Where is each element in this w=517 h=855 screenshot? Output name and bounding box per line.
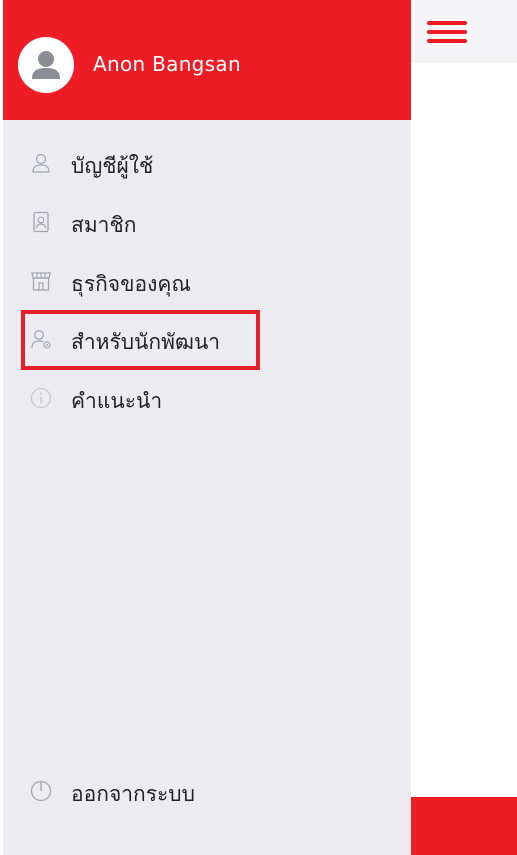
avatar-person-icon (32, 51, 60, 79)
logout-button[interactable]: ออกจากระบบ (3, 770, 411, 814)
drawer-header: Anon Bangsan (3, 0, 411, 120)
highlight-box (21, 310, 260, 370)
user-icon (32, 153, 50, 173)
menu-item-account[interactable]: บัญชีผู้ใช้ (3, 142, 411, 186)
menu-item-help[interactable]: คำแนะนำ (3, 377, 411, 421)
menu-item-member[interactable]: สมาชิก (3, 201, 411, 245)
menu-item-label: ธุรกิจของคุณ (71, 272, 191, 296)
user-name: Anon Bangsan (93, 52, 241, 76)
menu-item-label: สมาชิก (71, 213, 137, 237)
menu-item-business[interactable]: ธุรกิจของคุณ (3, 260, 411, 304)
menu-item-label: คำแนะนำ (71, 389, 163, 413)
hamburger-icon (427, 21, 467, 25)
side-drawer: Anon Bangsan บัญชีผู้ใช้ สมาชิก ธุรกิจขอ… (3, 0, 411, 855)
member-card-icon (33, 211, 49, 233)
power-icon (30, 780, 52, 802)
menu-toggle-button[interactable] (427, 20, 467, 46)
avatar[interactable] (18, 37, 74, 93)
bottom-bar (410, 797, 517, 855)
info-icon (30, 387, 52, 409)
store-icon (31, 272, 51, 291)
logout-label: ออกจากระบบ (71, 782, 195, 806)
menu-item-label: บัญชีผู้ใช้ (71, 154, 154, 178)
